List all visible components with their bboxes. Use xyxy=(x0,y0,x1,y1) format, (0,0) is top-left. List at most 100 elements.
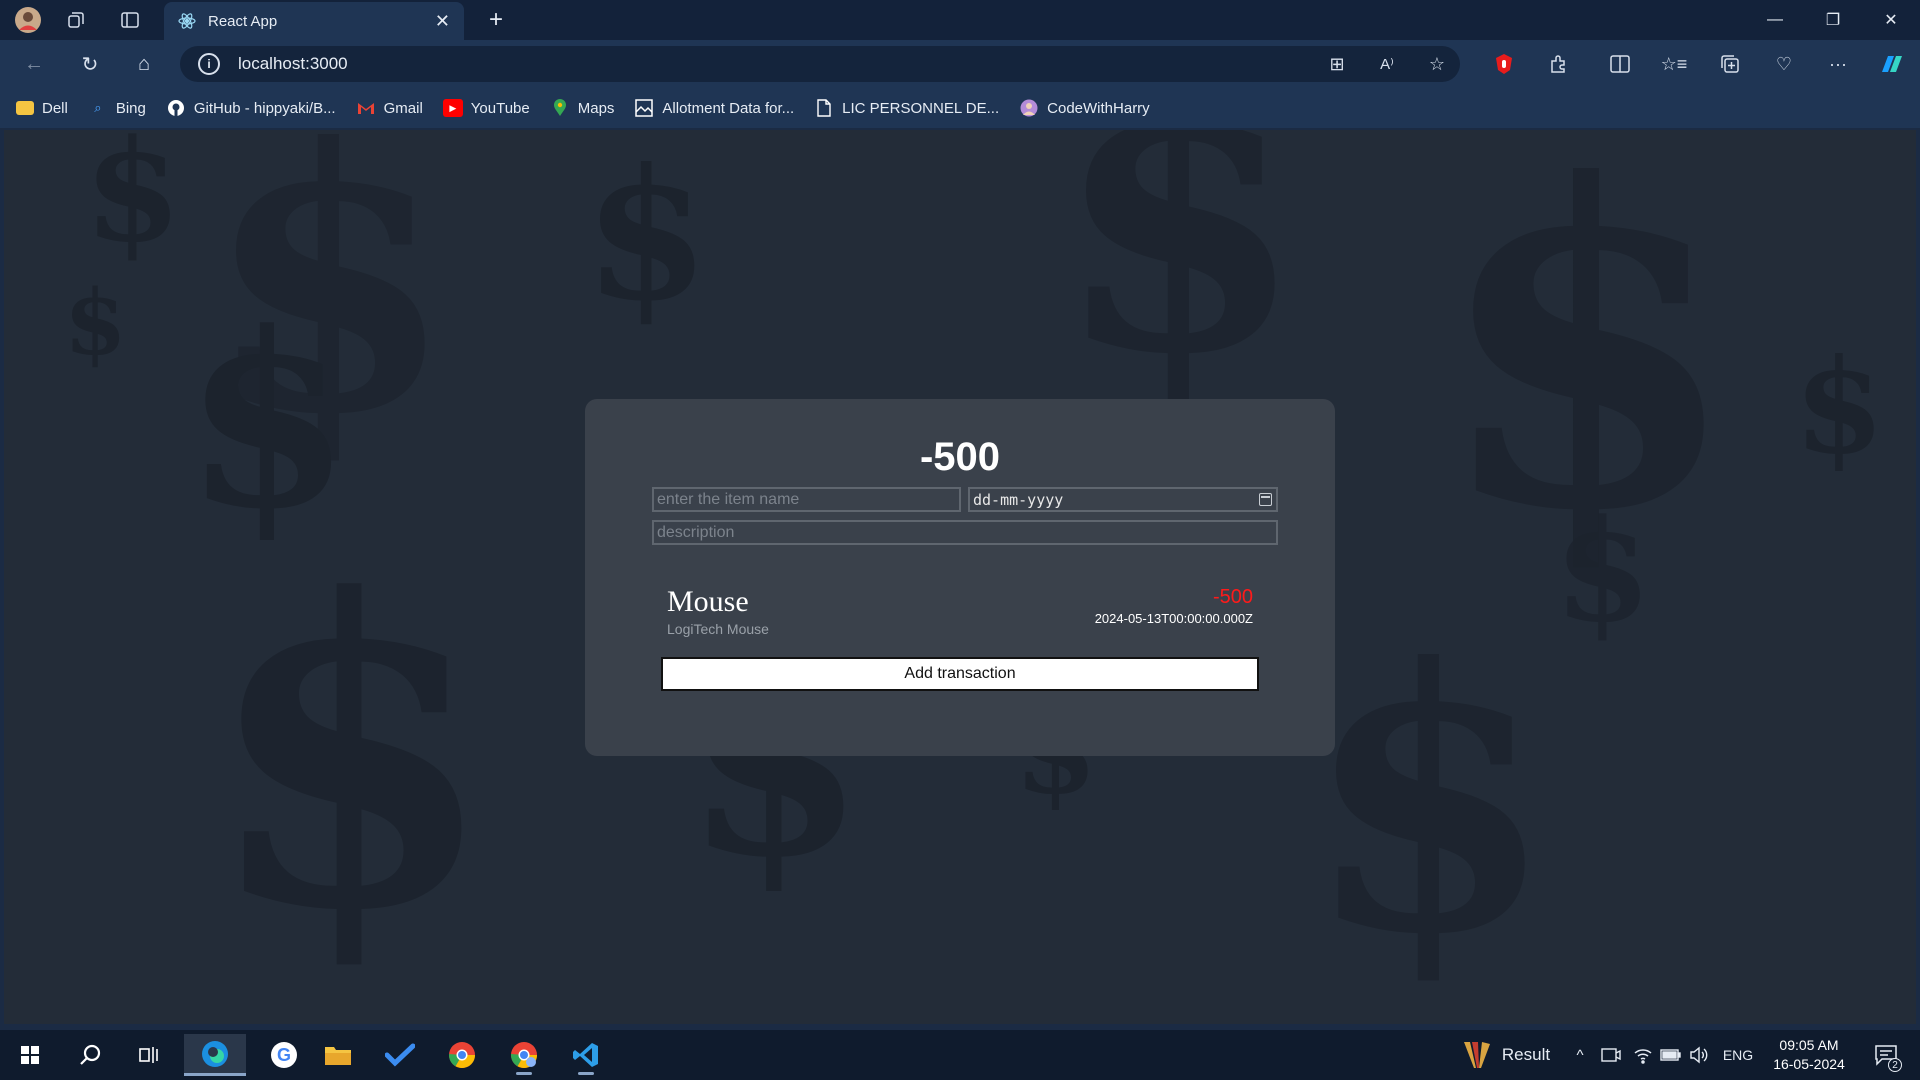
browser-toolbar: ← ↻ ⌂ i localhost:3000 ⊞ A⁾ ☆ ☆≡ ♡ ··· xyxy=(0,40,1920,88)
app-available-icon[interactable]: ⊞ xyxy=(1320,48,1354,80)
add-transaction-button[interactable]: Add transaction xyxy=(661,657,1259,691)
read-aloud-icon[interactable]: A⁾ xyxy=(1370,48,1404,80)
volume-icon[interactable] xyxy=(1686,1040,1712,1070)
background-dollar-icon: $ xyxy=(1794,330,1885,483)
document-icon xyxy=(814,99,834,117)
browser-essentials-icon[interactable]: ♡ xyxy=(1764,48,1804,80)
workspaces-icon[interactable] xyxy=(58,2,94,38)
search-icon[interactable] xyxy=(62,1034,118,1076)
bookmark-label: Allotment Data for... xyxy=(662,99,795,117)
gmail-icon xyxy=(356,99,376,117)
bookmark-label: CodeWithHarry xyxy=(1047,99,1150,117)
tab-react-app[interactable]: React App ✕ xyxy=(164,2,464,40)
folder-icon xyxy=(16,101,34,115)
background-dollar-icon: $ xyxy=(84,130,182,274)
file-explorer-icon[interactable] xyxy=(310,1034,366,1076)
favorite-star-icon[interactable]: ☆ xyxy=(1420,48,1454,80)
running-indicator xyxy=(578,1072,594,1075)
background-dollar-icon: $ xyxy=(64,270,127,376)
copilot-icon[interactable] xyxy=(1872,48,1912,80)
background-dollar-icon: $ xyxy=(204,510,497,1003)
background-dollar-icon: $ xyxy=(584,130,710,341)
item-name-input[interactable]: enter the item name xyxy=(652,487,961,512)
bookmark-label: Maps xyxy=(577,99,615,117)
bookmark-codewithharry[interactable]: CodeWithHarry xyxy=(1019,99,1150,117)
avatar-icon xyxy=(1019,99,1039,117)
system-clock[interactable]: 09:05 AM 16-05-2024 xyxy=(1764,1036,1854,1074)
home-button[interactable]: ⌂ xyxy=(126,48,162,80)
transaction-name: Mouse xyxy=(667,585,749,618)
vscode-icon[interactable] xyxy=(558,1034,614,1076)
profile-avatar[interactable] xyxy=(10,2,46,38)
chrome-profile-icon[interactable] xyxy=(496,1034,552,1076)
bookmark-gmail[interactable]: Gmail xyxy=(356,99,423,117)
svg-text:G: G xyxy=(277,1045,291,1065)
bookmark-label: Dell xyxy=(42,99,68,117)
transaction-description: LogiTech Mouse xyxy=(667,621,769,637)
running-indicator xyxy=(516,1072,532,1075)
bookmark-youtube[interactable]: ▶ YouTube xyxy=(442,99,530,117)
transaction-price: -500 xyxy=(1212,586,1253,608)
transaction-card: -500 enter the item name dd-mm-yyyy desc… xyxy=(585,399,1335,756)
wifi-icon[interactable] xyxy=(1630,1040,1656,1070)
browser-title-bar: React App ✕ + — ❐ ✕ xyxy=(0,0,1920,40)
background-dollar-icon: $ xyxy=(1304,590,1555,1013)
site-info-icon[interactable]: i xyxy=(198,53,220,75)
bookmark-dell[interactable]: Dell xyxy=(16,100,68,117)
edge-taskbar-icon[interactable] xyxy=(184,1034,246,1076)
start-button[interactable] xyxy=(2,1034,58,1076)
extension-red-icon[interactable] xyxy=(1484,48,1524,80)
tab-title: React App xyxy=(208,12,278,30)
bookmark-bing[interactable]: ⌕ Bing xyxy=(88,99,146,117)
bookmark-github[interactable]: GitHub - hippyaki/B... xyxy=(166,99,336,117)
result-widget-icon xyxy=(1463,1042,1490,1068)
todo-icon[interactable] xyxy=(372,1034,428,1076)
image-icon xyxy=(634,99,654,117)
react-icon xyxy=(178,12,196,30)
result-label: Result xyxy=(1501,1045,1551,1064)
clock-date: 16-05-2024 xyxy=(1773,1056,1845,1072)
split-screen-icon[interactable] xyxy=(1600,48,1640,80)
chevron-up-icon[interactable]: ^ xyxy=(1568,1040,1592,1070)
maps-icon xyxy=(550,99,570,117)
chrome-icon[interactable] xyxy=(434,1034,490,1076)
clock-time: 09:05 AM xyxy=(1779,1037,1839,1053)
calendar-icon[interactable] xyxy=(1259,493,1272,506)
favorites-icon[interactable]: ☆≡ xyxy=(1654,48,1694,80)
address-bar[interactable]: i localhost:3000 xyxy=(180,46,1460,82)
description-placeholder: description xyxy=(657,523,735,541)
battery-icon[interactable] xyxy=(1658,1040,1684,1070)
item-name-placeholder: enter the item name xyxy=(657,490,800,508)
back-button[interactable]: ← xyxy=(16,48,52,80)
meet-now-icon[interactable] xyxy=(1598,1040,1624,1070)
date-input[interactable]: dd-mm-yyyy xyxy=(968,487,1278,512)
bookmark-label: GitHub - hippyaki/B... xyxy=(193,99,336,117)
bookmark-label: YouTube xyxy=(470,99,530,117)
bookmark-label: Gmail xyxy=(383,99,423,117)
close-window-button[interactable]: ✕ xyxy=(1862,0,1920,40)
bookmark-allotment[interactable]: Allotment Data for... xyxy=(634,99,794,117)
transaction-datetime: 2024-05-13T00:00:00.000Z xyxy=(1094,611,1253,626)
extensions-icon[interactable] xyxy=(1538,48,1578,80)
tab-actions-icon[interactable] xyxy=(112,2,148,38)
language-indicator[interactable]: ENG xyxy=(1718,1040,1758,1070)
more-menu-icon[interactable]: ··· xyxy=(1818,48,1858,80)
collections-icon[interactable] xyxy=(1710,48,1750,80)
page-viewport: $ $ $ $ $ $ $ $ $ $ $ $ $ -500 enter the… xyxy=(4,130,1916,1024)
balance-amount: -500 xyxy=(919,435,1001,479)
minimize-button[interactable]: — xyxy=(1746,0,1804,40)
description-input[interactable]: description xyxy=(652,520,1278,545)
background-dollar-icon: $ xyxy=(1554,490,1652,654)
new-tab-button[interactable]: + xyxy=(480,4,512,36)
notification-center-icon[interactable]: 2 xyxy=(1866,1040,1906,1072)
search-icon: ⌕ xyxy=(94,100,102,115)
bookmark-lic[interactable]: LIC PERSONNEL DE... xyxy=(814,99,999,117)
google-icon[interactable]: G xyxy=(256,1034,312,1076)
task-view-icon[interactable] xyxy=(122,1034,178,1076)
result-widget[interactable]: Result xyxy=(1450,1040,1560,1070)
bookmark-maps[interactable]: Maps xyxy=(550,99,615,117)
restore-button[interactable]: ❐ xyxy=(1804,0,1862,40)
refresh-button[interactable]: ↻ xyxy=(72,48,108,80)
tab-close-icon[interactable]: ✕ xyxy=(435,11,450,32)
youtube-icon: ▶ xyxy=(442,99,463,117)
